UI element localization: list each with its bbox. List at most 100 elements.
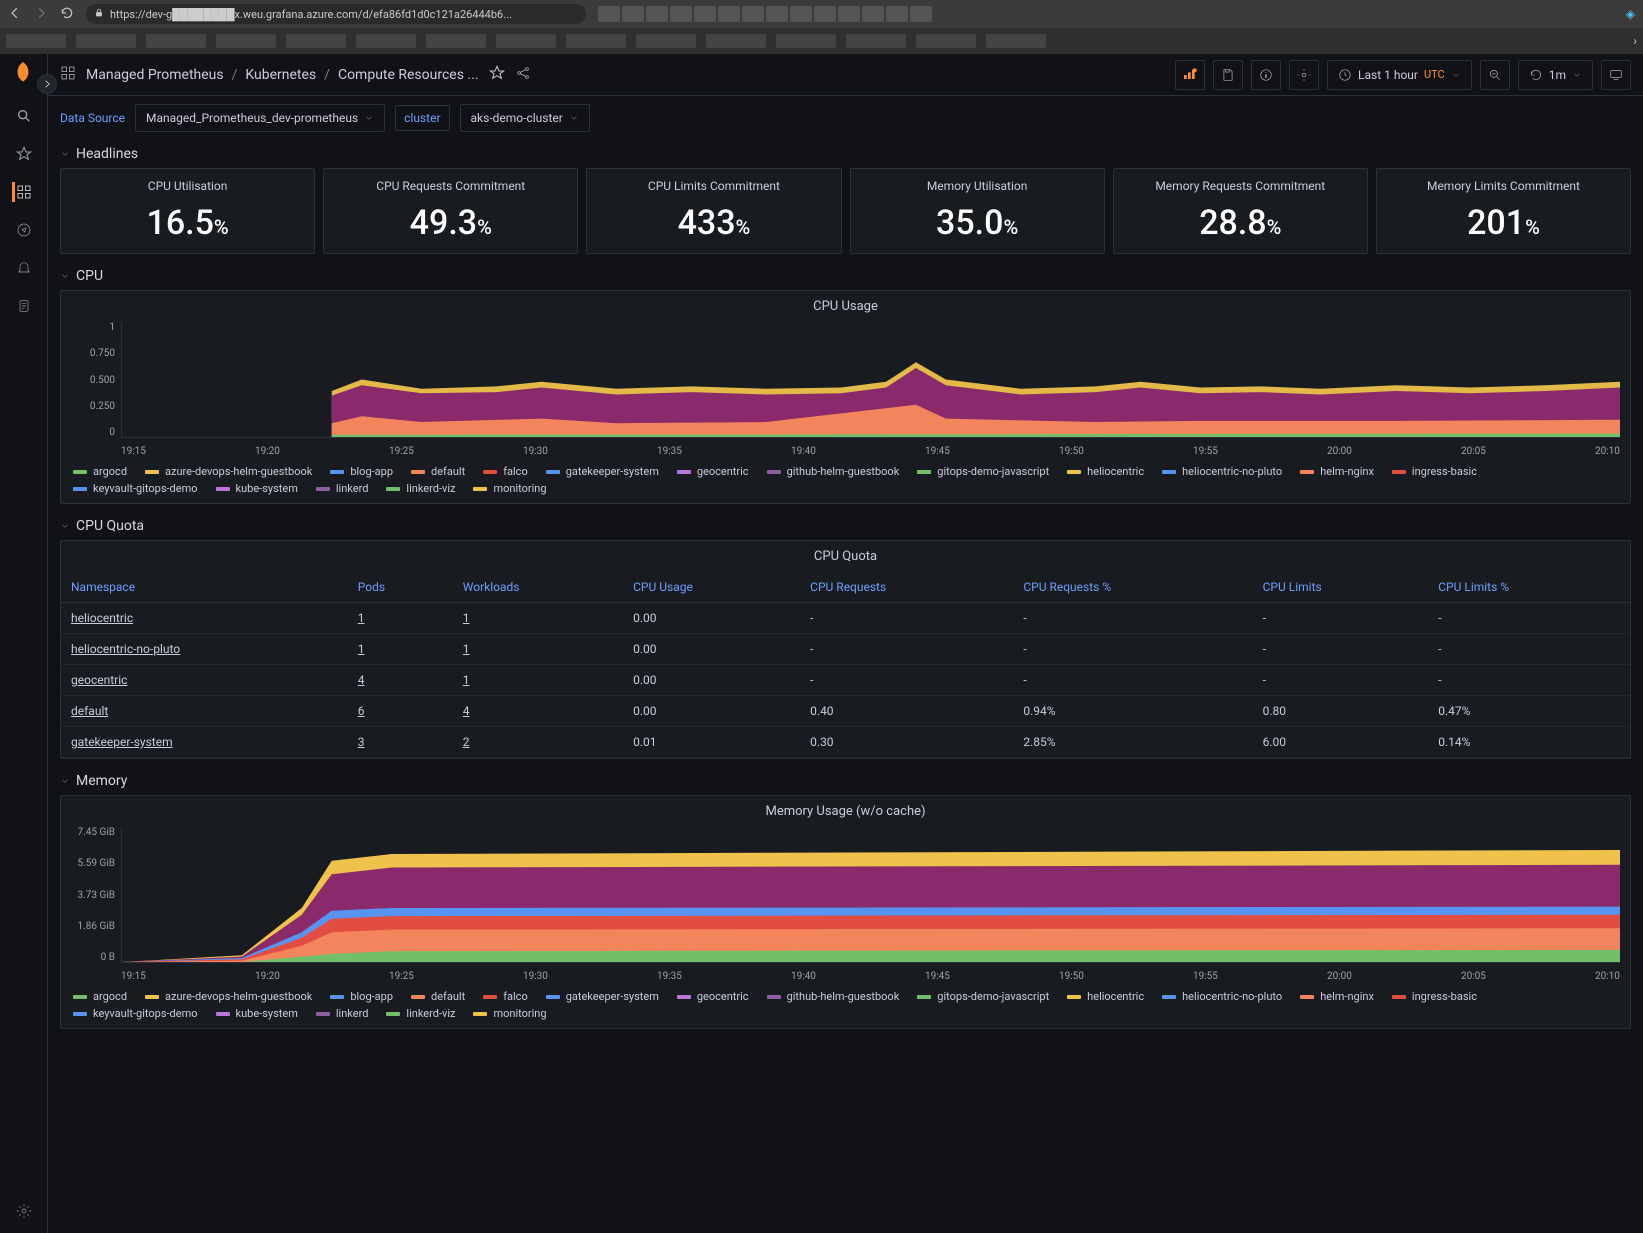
legend-item[interactable]: kube-system — [216, 1007, 298, 1020]
bing-icon[interactable]: ◈ — [1626, 7, 1635, 21]
star-outline-icon[interactable] — [489, 65, 505, 84]
legend-item[interactable]: argocd — [73, 465, 127, 478]
namespace-link[interactable]: gatekeeper-system — [71, 735, 173, 749]
table-header[interactable]: CPU Limits — [1253, 572, 1429, 603]
legend-item[interactable]: github-helm-guestbook — [767, 990, 900, 1003]
clipboard-icon[interactable] — [14, 296, 34, 316]
refresh-interval-button[interactable]: 1m — [1518, 60, 1593, 90]
legend-item[interactable]: heliocentric-no-pluto — [1162, 990, 1282, 1003]
legend-item[interactable]: keyvault-gitops-demo — [73, 482, 198, 495]
legend-item[interactable]: geocentric — [677, 990, 749, 1003]
legend-item[interactable]: github-helm-guestbook — [767, 465, 900, 478]
url-bar[interactable]: https://dev-g████████x.weu.grafana.azure… — [86, 4, 586, 24]
search-icon[interactable] — [14, 106, 34, 126]
legend-item[interactable]: ingress-basic — [1392, 465, 1477, 478]
legend-item[interactable]: monitoring — [473, 1007, 546, 1020]
back-icon[interactable] — [8, 6, 22, 23]
pods-link[interactable]: 6 — [358, 704, 365, 718]
legend-item[interactable]: gatekeeper-system — [546, 990, 659, 1003]
breadcrumb[interactable]: Managed Prometheus / Kubernetes / Comput… — [86, 67, 479, 83]
legend-item[interactable]: argocd — [73, 990, 127, 1003]
expand-sidenav-button[interactable] — [37, 74, 57, 94]
legend-item[interactable]: gitops-demo-javascript — [917, 465, 1049, 478]
table-header[interactable]: CPU Limits % — [1428, 572, 1630, 603]
legend-item[interactable]: linkerd — [316, 482, 369, 495]
info-icon[interactable] — [1251, 60, 1281, 90]
stat-panel[interactable]: Memory Utilisation35.0% — [850, 168, 1105, 254]
legend-item[interactable]: default — [411, 465, 465, 478]
cpu-plot[interactable] — [121, 322, 1620, 438]
legend-item[interactable]: linkerd-viz — [386, 482, 455, 495]
share-icon[interactable] — [515, 65, 531, 84]
table-header[interactable]: Namespace — [61, 572, 348, 603]
legend-item[interactable]: heliocentric — [1067, 465, 1144, 478]
memory-plot[interactable] — [121, 827, 1620, 963]
pods-link[interactable]: 1 — [358, 642, 365, 656]
table-header[interactable]: Workloads — [453, 572, 623, 603]
pods-link[interactable]: 3 — [358, 735, 365, 749]
workloads-link[interactable]: 1 — [463, 673, 470, 687]
settings-icon[interactable] — [1289, 60, 1319, 90]
stat-panel[interactable]: Memory Requests Commitment28.8% — [1113, 168, 1368, 254]
legend-item[interactable]: kube-system — [216, 482, 298, 495]
forward-icon[interactable] — [34, 6, 48, 23]
legend-item[interactable]: blog-app — [330, 465, 393, 478]
time-range-button[interactable]: Last 1 hour UTC — [1327, 60, 1472, 90]
legend-item[interactable]: default — [411, 990, 465, 1003]
row-headlines[interactable]: Headlines — [48, 140, 1643, 168]
legend-item[interactable]: linkerd-viz — [386, 1007, 455, 1020]
legend-item[interactable]: azure-devops-helm-guestbook — [145, 990, 312, 1003]
pods-link[interactable]: 4 — [358, 673, 365, 687]
row-cpu[interactable]: CPU — [48, 262, 1643, 290]
bell-icon[interactable] — [14, 258, 34, 278]
dashboards-icon[interactable] — [12, 182, 32, 202]
legend-item[interactable]: falco — [483, 990, 528, 1003]
star-icon[interactable] — [14, 144, 34, 164]
legend-item[interactable]: helm-nginx — [1300, 465, 1374, 478]
refresh-icon[interactable] — [60, 6, 74, 23]
pods-link[interactable]: 1 — [358, 611, 365, 625]
workloads-link[interactable]: 4 — [463, 704, 470, 718]
legend-item[interactable]: gatekeeper-system — [546, 465, 659, 478]
table-header[interactable]: CPU Requests % — [1013, 572, 1252, 603]
save-button[interactable] — [1213, 60, 1243, 90]
workloads-link[interactable]: 1 — [463, 642, 470, 656]
namespace-link[interactable]: heliocentric-no-pluto — [71, 642, 180, 656]
legend-item[interactable]: geocentric — [677, 465, 749, 478]
namespace-link[interactable]: geocentric — [71, 673, 127, 687]
row-cpu-quota[interactable]: CPU Quota — [48, 512, 1643, 540]
grafana-logo-icon[interactable] — [10, 60, 38, 88]
stat-panel[interactable]: CPU Requests Commitment49.3% — [323, 168, 578, 254]
legend-label: gitops-demo-javascript — [937, 990, 1049, 1003]
legend-item[interactable]: keyvault-gitops-demo — [73, 1007, 198, 1020]
zoom-out-icon[interactable] — [1480, 60, 1510, 90]
legend-item[interactable]: linkerd — [316, 1007, 369, 1020]
legend-item[interactable]: gitops-demo-javascript — [917, 990, 1049, 1003]
workloads-link[interactable]: 1 — [463, 611, 470, 625]
add-panel-button[interactable] — [1175, 60, 1205, 90]
legend-item[interactable]: monitoring — [473, 482, 546, 495]
legend-item[interactable]: heliocentric-no-pluto — [1162, 465, 1282, 478]
legend-item[interactable]: azure-devops-helm-guestbook — [145, 465, 312, 478]
namespace-link[interactable]: default — [71, 704, 108, 718]
table-header[interactable]: Pods — [348, 572, 453, 603]
legend-item[interactable]: falco — [483, 465, 528, 478]
cluster-select[interactable]: aks-demo-cluster — [460, 104, 590, 132]
table-header[interactable]: CPU Requests — [800, 572, 1013, 603]
explore-icon[interactable] — [14, 220, 34, 240]
monitor-icon[interactable] — [1601, 60, 1631, 90]
workloads-link[interactable]: 2 — [463, 735, 470, 749]
legend-item[interactable]: blog-app — [330, 990, 393, 1003]
legend-item[interactable]: ingress-basic — [1392, 990, 1477, 1003]
legend-item[interactable]: heliocentric — [1067, 990, 1144, 1003]
table-header[interactable]: CPU Usage — [623, 572, 800, 603]
datasource-select[interactable]: Managed_Prometheus_dev-prometheus — [135, 104, 385, 132]
stat-panel[interactable]: CPU Limits Commitment433% — [586, 168, 841, 254]
row-memory[interactable]: Memory — [48, 767, 1643, 795]
namespace-link[interactable]: heliocentric — [71, 611, 133, 625]
stat-panel[interactable]: Memory Limits Commitment201% — [1376, 168, 1631, 254]
chevron-right-icon[interactable]: › — [1633, 34, 1637, 48]
stat-panel[interactable]: CPU Utilisation16.5% — [60, 168, 315, 254]
gear-icon[interactable] — [14, 1201, 34, 1221]
legend-item[interactable]: helm-nginx — [1300, 990, 1374, 1003]
